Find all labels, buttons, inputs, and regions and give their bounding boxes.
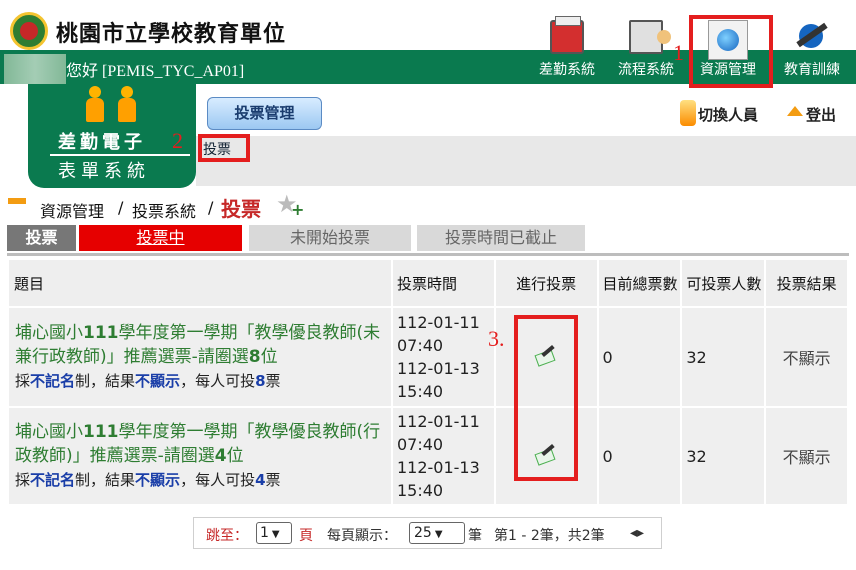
workflow-icon [629,20,671,54]
nav-training[interactable]: 教育訓練 [772,20,852,82]
badge-divider [50,154,190,156]
breadcrumb-separator: / [118,198,124,217]
user-greeting: 您好 [PEMIS_TYC_AP01] [66,63,245,80]
logout-button[interactable]: 登出 [806,104,836,125]
pager-prev-next-icon[interactable]: ◂▸ [630,525,644,541]
annotation-number-2: 2 [172,128,183,153]
tab-voting-in-progress[interactable]: 投票中 [79,225,242,251]
tab-vote-management[interactable]: 投票管理 [207,97,322,130]
annotation-box-1 [689,15,773,88]
vote-title-cell: 埔心國小111學年度第一學期「教學優良教師(未兼行政教師)」推薦選票-請圈選8位… [7,306,393,408]
people-icon [82,86,142,126]
tab-not-started[interactable]: 未開始投票 [249,225,411,251]
col-header-eligible: 可投票人數 [680,258,767,308]
nav-label: 教育訓練 [784,62,840,78]
nav-label: 差勤系統 [539,62,595,78]
badge-title-line2: 表單系統 [58,161,150,182]
vote-title[interactable]: 埔心國小111學年度第一學期「教學優良教師(未兼行政教師)」推薦選票-請圈選8位 [15,321,385,369]
badge-title-line1: 差勤電子 [58,132,146,153]
vote-eligible-cell: 32 [680,406,767,506]
table-row: 埔心國小111學年度第一學期「教學優良教師(未兼行政教師)」推薦選票-請圈選8位… [7,306,849,408]
table-header-row: 題目 投票時間 進行投票 目前總票數 可投票人數 投票結果 [7,258,849,308]
vote-eligible-cell: 32 [680,306,767,408]
breadcrumb-separator: / [208,198,214,217]
breadcrumb-marker [8,198,26,204]
col-header-time: 投票時間 [390,258,496,308]
annotation-box-3 [514,315,578,481]
pager-per-unit: 筆 [468,528,482,544]
pager-per-page-label: 每頁顯示： [327,528,397,544]
nav-attendance-system[interactable]: 差勤系統 [527,16,607,82]
vote-title-cell: 埔心國小111學年度第一學期「教學優良教師(行政教師)」推薦選票-請圈選4位 採… [7,406,393,506]
col-header-title: 題目 [7,258,393,308]
breadcrumb-item-resource[interactable]: 資源管理 [40,198,104,222]
col-header-action: 進行投票 [493,258,599,308]
logout-arrow-icon[interactable] [787,106,803,116]
vote-title[interactable]: 埔心國小111學年度第一學期「教學優良教師(行政教師)」推薦選票-請圈選4位 [15,420,385,468]
training-icon [795,20,829,54]
vote-result-cell: 不顯示 [764,406,849,506]
pagination-bar: 跳至： 1 ▼ 頁 每頁顯示： 25 ▼ 筆 第1 - 2筆，共2筆 ◂▸ [193,517,662,549]
switch-user-icon[interactable] [680,100,696,126]
pager-page-unit: 頁 [299,528,313,544]
vote-time-cell: 112-01-11 07:40 112-01-13 15:40 [390,406,496,506]
page-select[interactable]: 1 ▼ [256,522,292,544]
col-header-total: 目前總票數 [596,258,683,308]
tab-voting-ended[interactable]: 投票時間已截止 [417,225,585,251]
site-title: 桃園市立學校教育單位 [56,22,287,47]
tab-vote-label: 投票 [7,225,76,251]
per-page-select[interactable]: 25 ▼ [409,522,465,544]
vote-total-cell: 0 [596,406,683,506]
annotation-number-3: 3. [488,326,505,351]
switch-user-button[interactable]: 切換人員 [698,104,758,125]
annotation-number-1: 1 [673,40,684,65]
vote-result-cell: 不顯示 [764,306,849,408]
pager-range-text: 第1 - 2筆，共2筆 [494,528,605,544]
user-name-redacted [4,54,66,84]
breadcrumb-item-vote-system[interactable]: 投票系統 [132,198,196,222]
col-header-result: 投票結果 [764,258,849,308]
annotation-box-2 [198,134,250,162]
pager-goto-label: 跳至： [206,528,248,544]
table-row: 埔心國小111學年度第一學期「教學優良教師(行政教師)」推薦選票-請圈選4位 採… [7,406,849,506]
page-title: 投票 [221,197,261,221]
chevron-down-icon: ▼ [271,529,280,540]
subnav-bar [196,136,856,186]
school-logo-icon [10,12,48,50]
vote-rule: 採不記名制，結果不顯示，每人可投4票 [15,471,281,489]
attendance-icon [550,16,584,54]
vote-time-cell: 112-01-11 07:40 112-01-13 15:40 [390,306,496,408]
vote-table: 題目 投票時間 進行投票 目前總票數 可投票人數 投票結果 埔心國小111學年度… [7,258,849,506]
tab-underline [7,253,849,256]
vote-total-cell: 0 [596,306,683,408]
add-favorite-plus-icon[interactable]: + [291,200,304,219]
vote-rule: 採不記名制，結果不顯示，每人可投8票 [15,372,281,390]
chevron-down-icon: ▼ [434,529,443,540]
